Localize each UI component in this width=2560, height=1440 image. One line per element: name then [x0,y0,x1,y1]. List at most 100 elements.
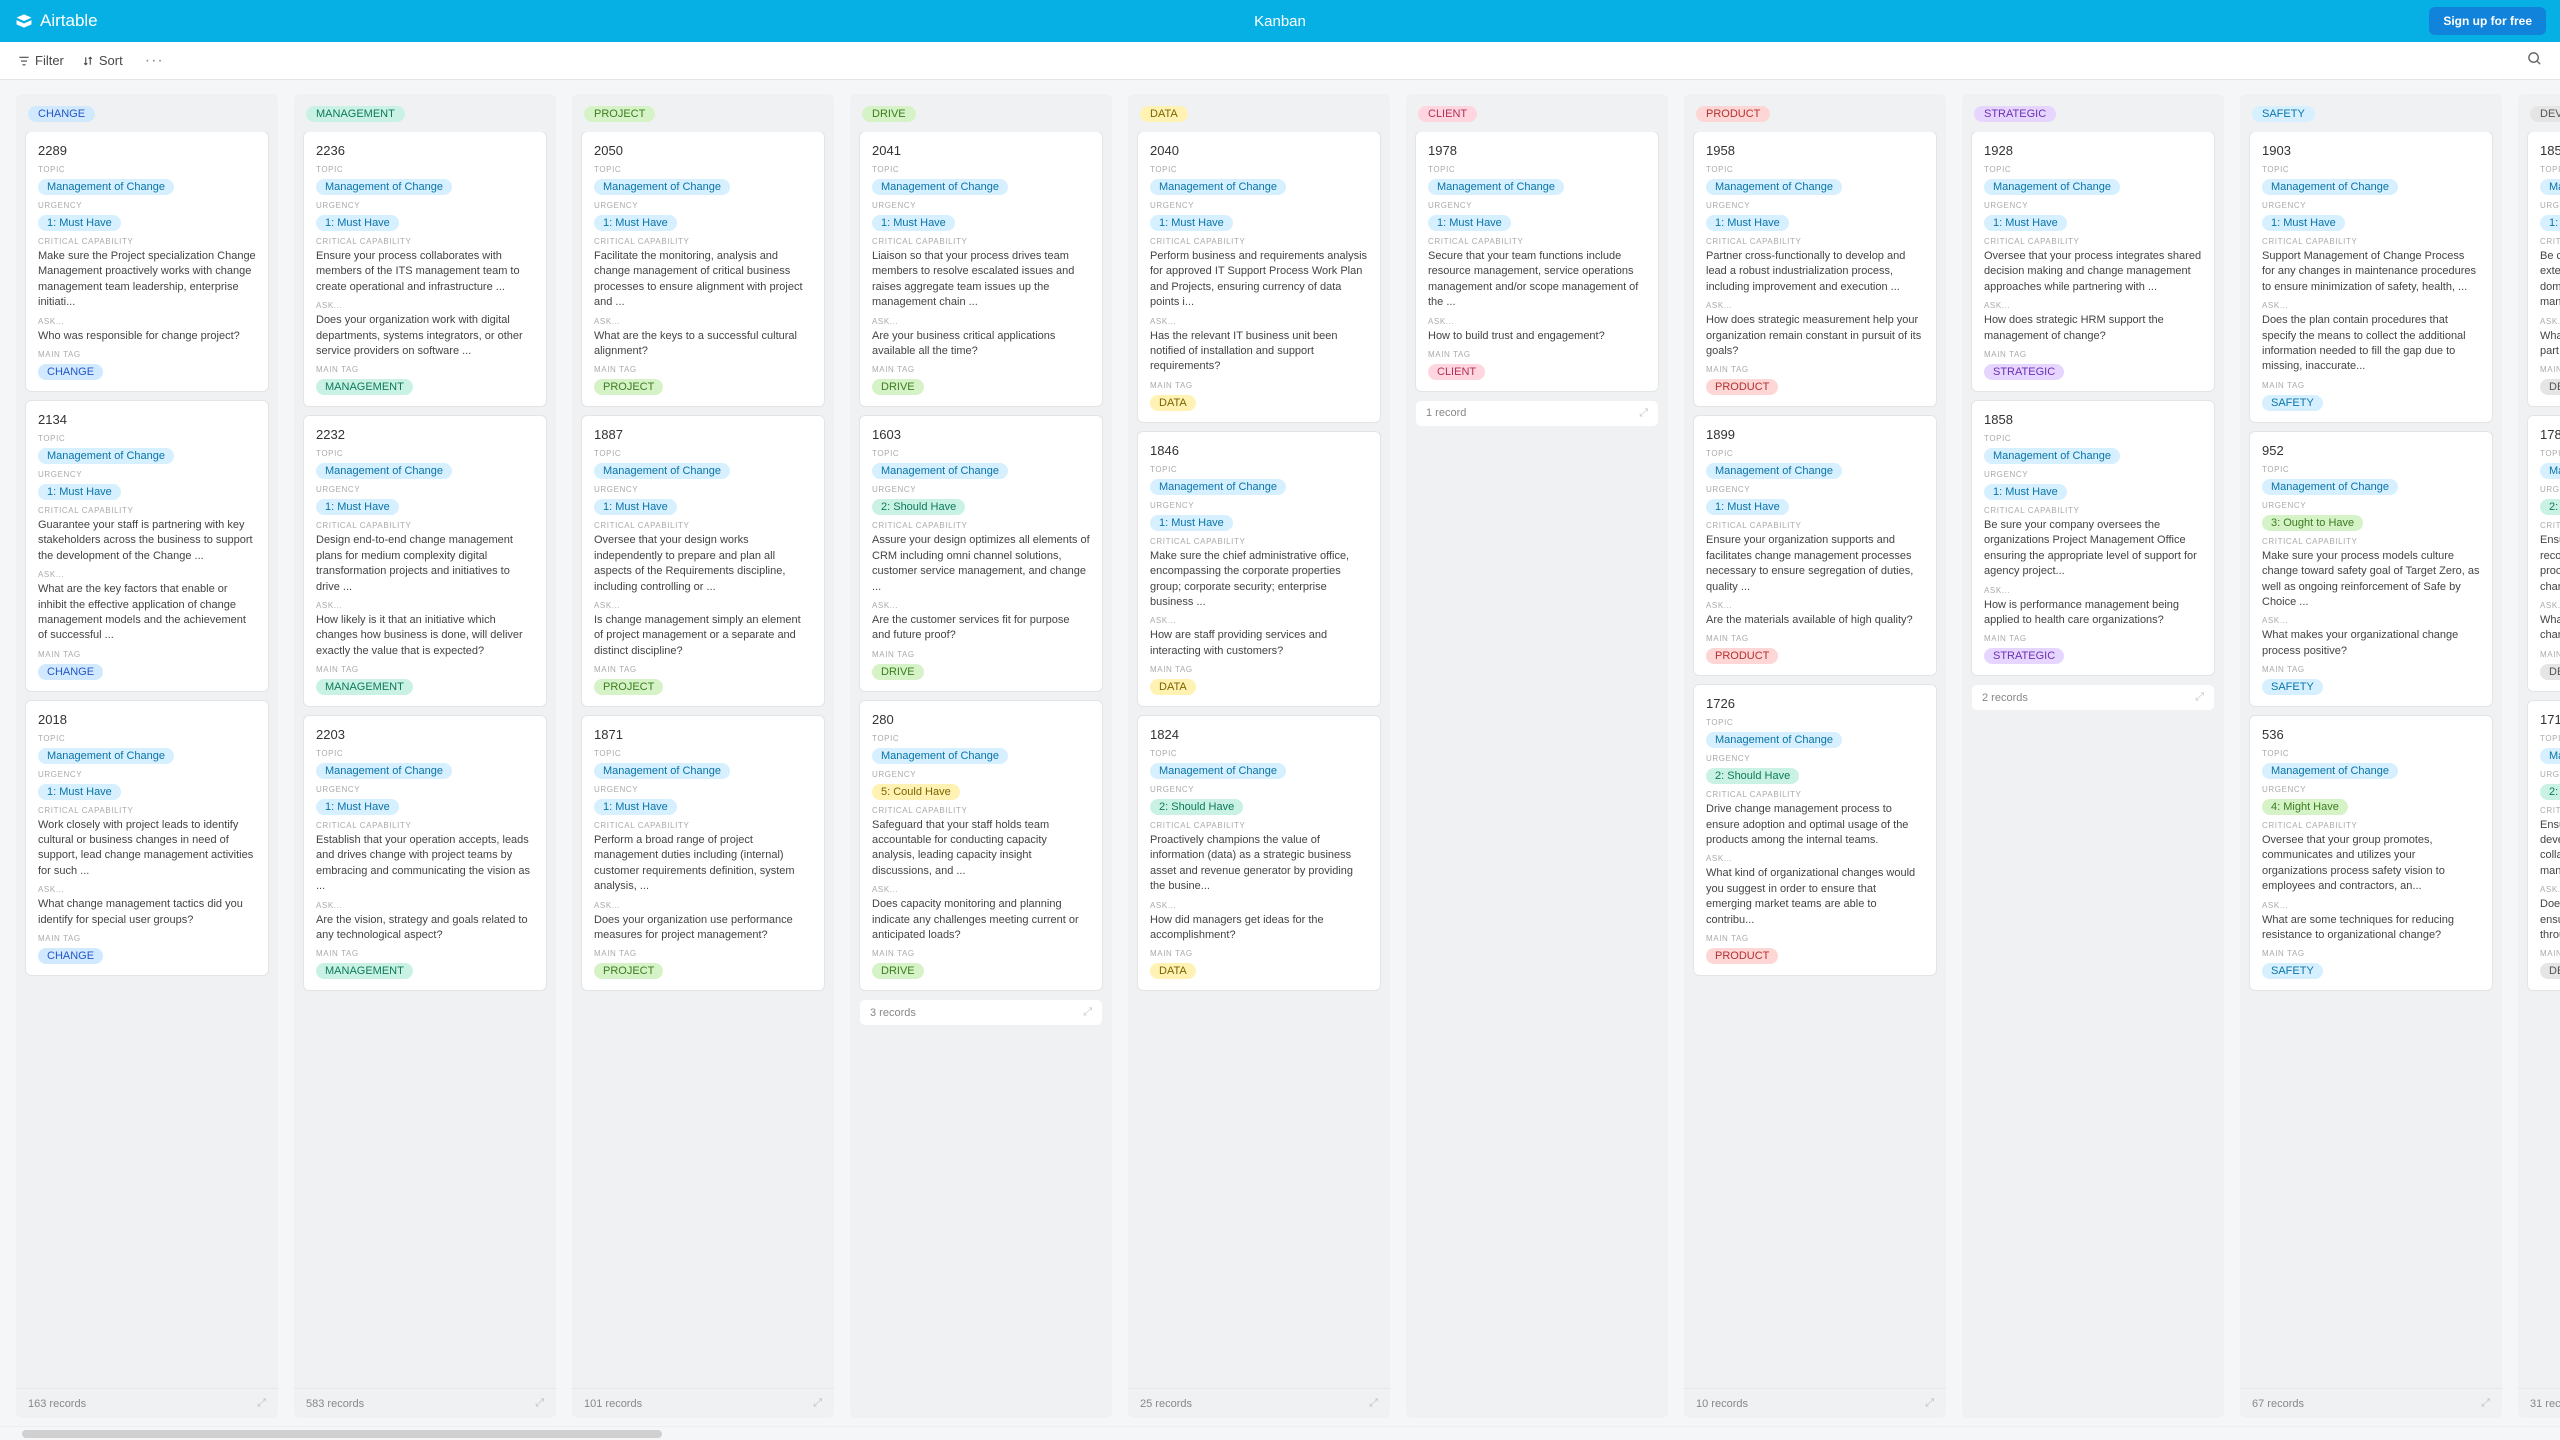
expand-icon[interactable]: ⤢ [2481,1397,2490,1410]
field-maintag-label: MAIN TAG [2262,381,2480,390]
card[interactable]: 1824 TOPIC Management of Change URGENCY … [1138,716,1380,990]
brand[interactable]: Airtable [14,11,98,31]
card[interactable]: 2236 TOPIC Management of Change URGENCY … [304,132,546,406]
card[interactable]: 2050 TOPIC Management of Change URGENCY … [582,132,824,406]
card[interactable]: 1871 TOPIC Management of Change URGENCY … [582,716,824,990]
lane-tag: PRODUCT [1696,106,1770,122]
ask-text: How to build trust and engagement? [1428,329,1646,344]
lane-header: DEVELOPMENT [2518,94,2560,132]
topic-pill: Management of Change [594,463,730,479]
expand-icon[interactable]: ⤢ [1083,1006,1092,1019]
search-button[interactable] [2527,51,2542,71]
lane-body[interactable]: 2289 TOPIC Management of Change URGENCY … [16,132,278,1388]
sort-button[interactable]: Sort [82,53,123,68]
card[interactable]: 1603 TOPIC Management of Change URGENCY … [860,416,1102,690]
card[interactable]: 2134 TOPIC Management of Change URGENCY … [26,401,268,691]
lane-body[interactable]: 1928 TOPIC Management of Change URGENCY … [1962,132,2224,1418]
h-scrollbar[interactable] [0,1426,2560,1440]
expand-icon[interactable]: ⤢ [2195,691,2204,704]
lane-body[interactable]: 2041 TOPIC Management of Change URGENCY … [850,132,1112,1418]
maintag-pill: STRATEGIC [1984,364,2064,380]
field-maintag-label: MAIN TAG [2540,650,2560,659]
urgency-pill: 1: Must Have [1984,484,2067,500]
ask-text: What change management tactics did you i… [38,897,256,928]
urgency-pill: 1: Must Have [594,799,677,815]
card-id: 1928 [1984,143,2202,158]
expand-icon[interactable]: ⤢ [1925,1397,1934,1410]
lane-body[interactable]: 1857 TOPIC Management of Change URGENCY … [2518,132,2560,1388]
maintag-pill: DRIVE [872,963,924,979]
field-urgency-label: URGENCY [2262,501,2480,510]
filter-button[interactable]: Filter [18,53,64,68]
card-id: 1903 [2262,143,2480,158]
card[interactable]: 2040 TOPIC Management of Change URGENCY … [1138,132,1380,422]
card[interactable]: 952 TOPIC Management of Change URGENCY 3… [2250,432,2492,706]
card[interactable]: 1858 TOPIC Management of Change URGENCY … [1972,401,2214,675]
maintag-pill: DEVELOPMENT [2540,379,2560,395]
card[interactable]: 2018 TOPIC Management of Change URGENCY … [26,701,268,975]
field-urgency-label: URGENCY [1706,201,1924,210]
critcap-text: Guarantee your staff is partnering with … [38,518,256,564]
lane-tag: SAFETY [2252,106,2315,122]
topic-pill: Management of Change [316,463,452,479]
maintag-pill: PROJECT [594,379,663,395]
critcap-text: Make sure your process models culture ch… [2262,549,2480,611]
card[interactable]: 1978 TOPIC Management of Change URGENCY … [1416,132,1658,391]
field-ask-label: ASK... [1706,301,1924,310]
card-id: 2236 [316,143,534,158]
card[interactable]: 1899 TOPIC Management of Change URGENCY … [1694,416,1936,675]
card[interactable]: 1726 TOPIC Management of Change URGENCY … [1694,685,1936,975]
lane-body[interactable]: 2236 TOPIC Management of Change URGENCY … [294,132,556,1388]
lane-body[interactable]: 1978 TOPIC Management of Change URGENCY … [1406,132,1668,1418]
lane-body[interactable]: 1958 TOPIC Management of Change URGENCY … [1684,132,1946,1388]
card[interactable]: 1928 TOPIC Management of Change URGENCY … [1972,132,2214,391]
lane-header: SAFETY [2240,94,2502,132]
field-topic-label: TOPIC [1706,165,1924,174]
card[interactable]: 1715 TOPIC Management of Change URGENCY … [2528,701,2560,991]
topic-pill: Management of Change [38,448,174,464]
critcap-text: Make sure the Project specialization Cha… [38,249,256,311]
card[interactable]: 2232 TOPIC Management of Change URGENCY … [304,416,546,706]
maintag-pill: CLIENT [1428,364,1485,380]
expand-icon[interactable]: ⤢ [257,1397,266,1410]
lane-body[interactable]: 2040 TOPIC Management of Change URGENCY … [1128,132,1390,1388]
maintag-pill: PRODUCT [1706,648,1778,664]
field-critcap-label: CRITICAL CAPABILITY [2262,237,2480,246]
signup-button[interactable]: Sign up for free [2429,7,2546,35]
field-topic-label: TOPIC [1150,465,1368,474]
expand-icon[interactable]: ⤢ [1369,1397,1378,1410]
card[interactable]: 1958 TOPIC Management of Change URGENCY … [1694,132,1936,406]
card[interactable]: 1887 TOPIC Management of Change URGENCY … [582,416,824,706]
kanban-board[interactable]: CHANGE 2289 TOPIC Management of Change U… [0,80,2560,1426]
field-urgency-label: URGENCY [38,201,256,210]
card[interactable]: 1846 TOPIC Management of Change URGENCY … [1138,432,1380,706]
ask-text: Does the change management system ensure… [2540,897,2560,943]
record-count: 1 record [1426,407,1466,419]
critcap-text: Partner cross-functionally to develop an… [1706,249,1924,295]
card[interactable]: 1785 TOPIC Management of Change URGENCY … [2528,416,2560,690]
lane-inline-footer: 3 records⤢ [860,1000,1102,1025]
record-count: 67 records [2252,1398,2304,1410]
lane-header: CHANGE [16,94,278,132]
card[interactable]: 536 TOPIC Management of Change URGENCY 4… [2250,716,2492,990]
expand-icon[interactable]: ⤢ [535,1397,544,1410]
expand-icon[interactable]: ⤢ [1639,407,1648,420]
field-urgency-label: URGENCY [38,470,256,479]
h-scrollbar-thumb[interactable] [22,1430,662,1438]
card[interactable]: 2203 TOPIC Management of Change URGENCY … [304,716,546,990]
card[interactable]: 2289 TOPIC Management of Change URGENCY … [26,132,268,391]
card[interactable]: 1857 TOPIC Management of Change URGENCY … [2528,132,2560,406]
lane-body[interactable]: 1903 TOPIC Management of Change URGENCY … [2240,132,2502,1388]
urgency-pill: 1: Must Have [594,499,677,515]
field-critcap-label: CRITICAL CAPABILITY [1150,537,1368,546]
ask-text: What other projects are going to be your… [2540,329,2560,360]
more-button[interactable]: ··· [141,52,168,70]
field-urgency-label: URGENCY [872,201,1090,210]
card[interactable]: 280 TOPIC Management of Change URGENCY 5… [860,701,1102,991]
expand-icon[interactable]: ⤢ [813,1397,822,1410]
card[interactable]: 2041 TOPIC Management of Change URGENCY … [860,132,1102,406]
critcap-text: Liaison so that your process drives team… [872,249,1090,311]
lane-body[interactable]: 2050 TOPIC Management of Change URGENCY … [572,132,834,1388]
ask-text: What are the key factors that enable or … [38,582,256,644]
card[interactable]: 1903 TOPIC Management of Change URGENCY … [2250,132,2492,422]
